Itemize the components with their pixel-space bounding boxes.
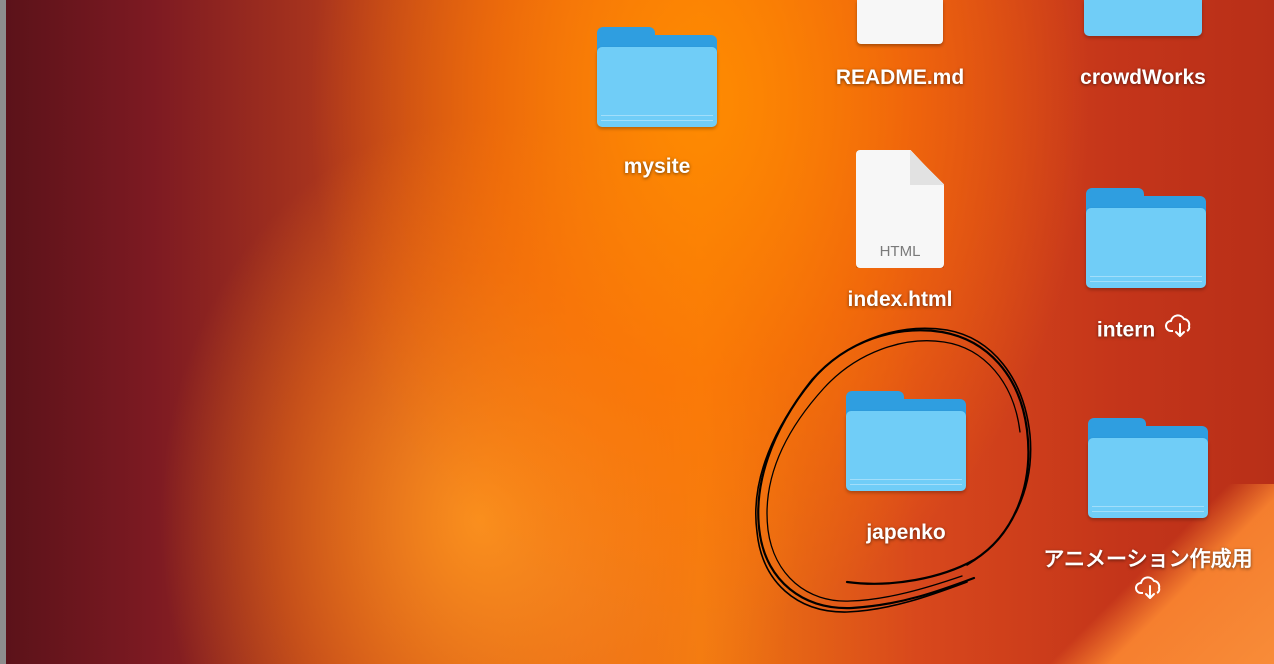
item-label: index.html <box>847 288 953 311</box>
window-edge <box>0 0 6 664</box>
file-type-tag: HTML <box>879 243 921 260</box>
item-label: japenko <box>866 521 946 544</box>
folder-icon <box>1084 0 1202 36</box>
folder-icon <box>1086 188 1206 288</box>
desktop-item-readme[interactable]: README.md <box>790 0 1010 94</box>
desktop-item-mysite[interactable]: mysite <box>547 27 767 183</box>
desktop-item-japenko[interactable]: japenko <box>796 391 1016 549</box>
document-icon <box>857 0 943 44</box>
item-label: mysite <box>623 155 691 178</box>
item-label: README.md <box>835 66 965 89</box>
desktop-item-animation[interactable]: アニメーション作成用 <box>1038 418 1258 610</box>
folder-icon <box>597 27 717 127</box>
item-label-row: アニメーション作成用 <box>1043 544 1253 610</box>
icloud-download-icon[interactable] <box>1135 576 1165 610</box>
folder-icon <box>1088 418 1208 518</box>
item-label: アニメーション作成用 <box>1043 548 1253 571</box>
item-label: crowdWorks <box>1080 66 1206 89</box>
folder-icon <box>846 391 966 491</box>
icloud-download-icon[interactable] <box>1165 314 1195 348</box>
desktop-item-crowdworks[interactable]: crowdWorks <box>1033 0 1253 94</box>
desktop-item-index-html[interactable]: HTML index.html <box>790 150 1010 316</box>
item-label-row: intern <box>1097 314 1195 348</box>
item-label: intern <box>1096 318 1156 342</box>
html-document-icon: HTML <box>856 150 944 268</box>
desktop-item-intern[interactable]: intern <box>1036 188 1256 348</box>
